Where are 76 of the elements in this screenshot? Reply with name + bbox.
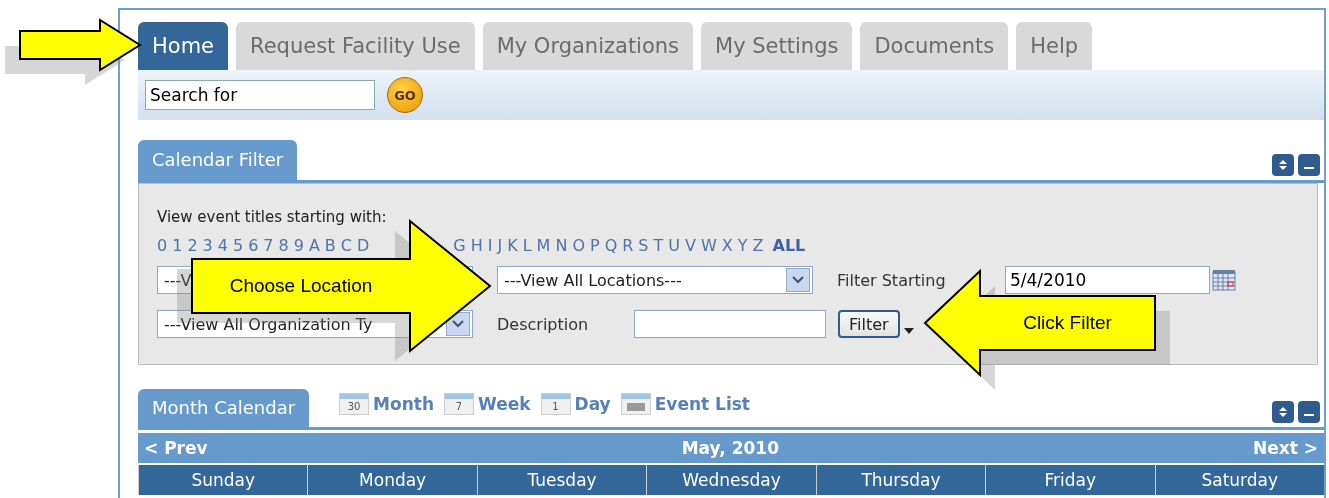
callout-label: Click Filter	[1023, 312, 1112, 334]
description-field[interactable]	[634, 310, 826, 338]
nav-tab[interactable]: Home	[138, 22, 228, 70]
letter-link[interactable]: I	[487, 236, 493, 255]
day-header: Tuesday	[476, 465, 647, 495]
letter-link[interactable]: R	[622, 236, 634, 255]
letter-link[interactable]: N	[555, 236, 568, 255]
nav-tab[interactable]: Help	[1016, 22, 1093, 70]
letter-link[interactable]: K	[507, 236, 518, 255]
letter-link[interactable]: 3	[202, 236, 213, 255]
callout-label: Choose Location	[229, 275, 373, 297]
calendar-icon[interactable]: 30	[339, 393, 370, 415]
letter-link[interactable]: G	[453, 236, 466, 255]
calendar-icon[interactable]: 1	[540, 393, 571, 415]
date-field[interactable]: 5/4/2010	[1005, 266, 1210, 294]
letter-link[interactable]: Q	[604, 236, 618, 255]
letter-link[interactable]: W	[700, 236, 717, 255]
location-select[interactable]: ---View All Locations---	[497, 266, 813, 294]
all-link[interactable]: ALL	[772, 236, 806, 255]
day-header: Wednesday	[646, 465, 816, 495]
letter-link[interactable]: S	[638, 236, 649, 255]
view-link[interactable]: Event List	[654, 394, 750, 414]
letter-link[interactable]: 7	[263, 236, 274, 255]
letter-link[interactable]: 8	[278, 236, 289, 255]
letter-link[interactable]: 4	[217, 236, 228, 255]
letter-link[interactable]: M	[536, 236, 551, 255]
day-header: Saturday	[1154, 465, 1324, 495]
letter-link[interactable]: C	[340, 236, 352, 255]
letter-link[interactable]: X	[721, 236, 733, 255]
calendar-icon[interactable]	[1212, 269, 1236, 291]
nav-tab[interactable]: My Organizations	[482, 22, 694, 70]
letter-link[interactable]: O	[572, 236, 585, 255]
letter-link[interactable]: T	[653, 236, 664, 255]
letter-link[interactable]: U	[668, 236, 680, 255]
view-link[interactable]: Day	[574, 394, 611, 414]
letter-link[interactable]: 0	[157, 236, 168, 255]
filter-button[interactable]: Filter	[838, 310, 900, 338]
letter-link[interactable]: Y	[737, 236, 748, 255]
minimize-icon[interactable]	[1298, 401, 1320, 423]
caret-icon[interactable]	[903, 328, 914, 334]
letter-link[interactable]: H	[470, 236, 483, 255]
minimize-icon[interactable]	[1298, 154, 1320, 176]
letter-link[interactable]: B	[324, 236, 336, 255]
description-label: Description	[497, 314, 590, 334]
letter-link[interactable]: 5	[232, 236, 244, 255]
nav-tab[interactable]: Request Facility Use	[236, 22, 475, 70]
nav-tab[interactable]: My Settings	[701, 22, 853, 70]
letter-link[interactable]: 6	[248, 236, 259, 255]
letter-link[interactable]: L	[522, 236, 532, 255]
go-button[interactable]: GO	[387, 77, 423, 113]
day-header: Thursday	[815, 465, 986, 495]
calendar-icon[interactable]: 7	[444, 393, 474, 415]
month-title: May, 2010	[681, 438, 779, 458]
letter-link[interactable]: 1	[172, 236, 183, 255]
day-header: Sunday	[138, 465, 308, 495]
view-link[interactable]: Month	[373, 394, 434, 414]
next-link[interactable]: Next >	[1253, 438, 1318, 458]
nav-tab[interactable]: Documents	[860, 22, 1009, 70]
day-header: Monday	[307, 465, 477, 495]
expand-icon[interactable]	[1272, 154, 1294, 176]
letter-link[interactable]: P	[590, 236, 600, 255]
letter-link[interactable]: D	[357, 236, 370, 255]
filter-prompt: View event titles starting with:	[157, 208, 388, 226]
letter-link[interactable]: 9	[293, 236, 304, 255]
search-field[interactable]: Search for	[145, 80, 375, 110]
calendar-icon[interactable]	[620, 393, 651, 415]
letter-link[interactable]: J	[497, 236, 503, 255]
letter-link[interactable]: V	[685, 236, 696, 255]
expand-icon[interactable]	[1272, 401, 1294, 423]
letter-link[interactable]: A	[308, 236, 320, 255]
view-link[interactable]: Week	[478, 394, 531, 414]
letter-link[interactable]: Z	[752, 236, 764, 255]
letter-link[interactable]: 2	[187, 236, 198, 255]
day-header: Friday	[985, 465, 1155, 495]
prev-link[interactable]: < Prev	[144, 438, 208, 458]
filter-starting-label: Filter Starting	[837, 270, 947, 290]
